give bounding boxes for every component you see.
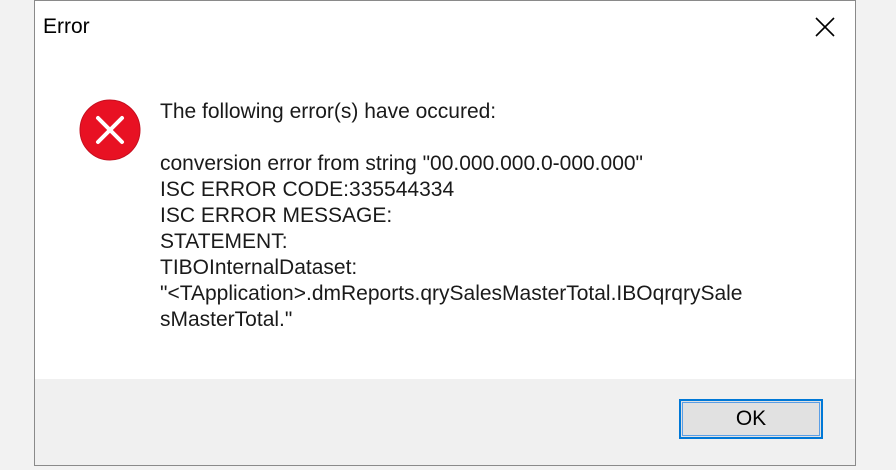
error-message: The following error(s) have occured: con… [160,99,840,333]
ok-button[interactable]: OK [679,399,823,439]
error-x-icon [79,99,141,161]
close-icon [815,17,835,37]
message-line: conversion error from string "00.000.000… [160,152,644,175]
button-bar: OK [35,379,855,465]
message-line: TIBOInternalDataset: [160,256,358,279]
dialog-title: Error [43,15,90,38]
message-line: ISC ERROR MESSAGE: [160,204,393,227]
title-bar: Error [35,1,855,53]
message-line: STATEMENT: [160,230,288,253]
error-dialog: Error The following error(s) have occure… [34,0,856,466]
dialog-content: The following error(s) have occured: con… [35,53,855,379]
message-line: sMasterTotal." [160,308,293,331]
close-button[interactable] [795,1,855,53]
message-line: ISC ERROR CODE:335544334 [160,178,455,201]
message-heading: The following error(s) have occured: [160,100,497,123]
message-line: "<TApplication>.dmReports.qrySalesMaster… [160,282,743,305]
ok-button-label: OK [682,402,820,436]
